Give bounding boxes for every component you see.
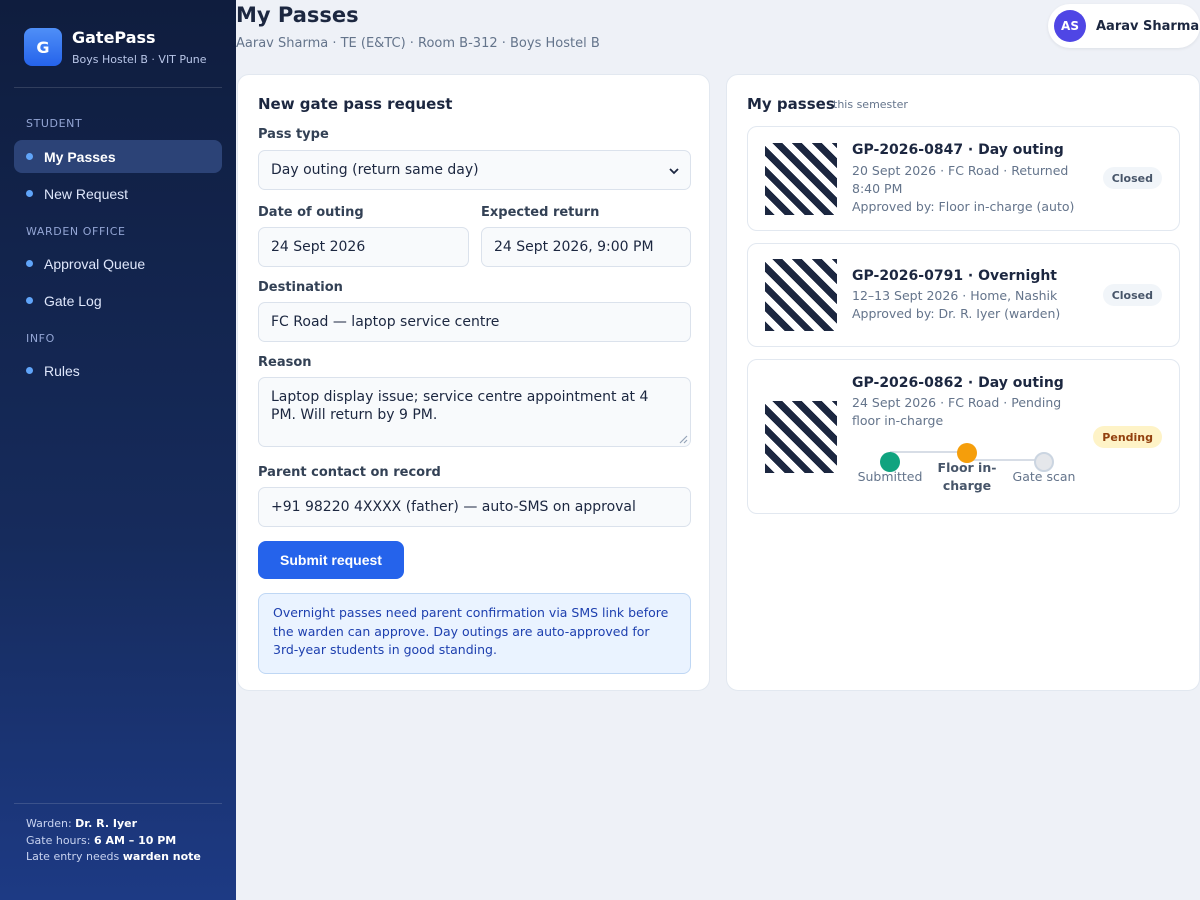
sidebar-item-label: My Passes [44, 148, 116, 165]
qr-code-icon [765, 259, 837, 331]
app-logo: G [24, 28, 62, 66]
pass-approval: Approved by: Floor in-charge (auto) [852, 199, 1075, 214]
date-field[interactable]: 24 Sept 2026 [258, 227, 469, 267]
sidebar-section-warden-office: WARDEN OFFICE [26, 225, 126, 238]
sidebar-item-my-passes[interactable]: My Passes [14, 140, 222, 173]
user-menu[interactable]: AS Aarav Sharma [1048, 4, 1200, 48]
gate-hours-label: Gate hours: [26, 833, 91, 847]
pass-approval: Approved by: Dr. R. Iyer (warden) [852, 306, 1061, 321]
late-entry-label: Late entry needs [26, 850, 120, 863]
passes-meta: this semester [833, 98, 908, 111]
sidebar-item-label: Rules [44, 362, 80, 379]
destination-value: FC Road — laptop service centre [271, 314, 500, 330]
destination-label: Destination [258, 280, 343, 295]
expected-return-value: 24 Sept 2026, 9:00 PM [494, 239, 654, 255]
chevron-down-icon [669, 168, 679, 175]
info-note: Overnight passes need parent confirmatio… [258, 593, 691, 674]
sidebar-section-info: INFO [26, 332, 55, 345]
pass-type-select[interactable]: Day outing (return same day) [258, 150, 691, 190]
parent-contact-field[interactable]: +91 98220 4XXXX (father) — auto-SMS on a… [258, 487, 691, 527]
app-subtitle: Boys Hostel B · VIT Pune [72, 52, 207, 66]
bullet-icon [26, 190, 33, 197]
pass-details: 24 Sept 2026 · FC Road · Pending floor i… [852, 395, 1062, 428]
sidebar-divider [14, 87, 222, 88]
pass-id: GP-2026-0862 · Day outing [852, 375, 1064, 391]
pass-type-label: Pass type [258, 127, 329, 142]
pass-id: GP-2026-0847 · Day outing [852, 142, 1064, 158]
tracker-step-label: Floor in-charge [937, 460, 997, 493]
form-title: New gate pass request [258, 95, 453, 113]
sidebar-footer: Warden: Dr. R. Iyer Gate hours: 6 AM – 1… [26, 816, 201, 866]
expected-return-field[interactable]: 24 Sept 2026, 9:00 PM [481, 227, 691, 267]
pass-type-value: Day outing (return same day) [271, 162, 479, 178]
pass-details: 20 Sept 2026 · FC Road · Returned 8:40 P… [852, 163, 1069, 196]
sidebar-item-label: Approval Queue [44, 255, 146, 272]
sidebar-section-student: STUDENT [26, 117, 83, 130]
sidebar-divider [14, 803, 222, 804]
my-passes-card: My passes this semester GP-2026-0847 · D… [726, 74, 1200, 691]
bullet-icon [26, 260, 33, 267]
bullet-icon [26, 367, 33, 374]
avatar: AS [1054, 10, 1086, 42]
parent-contact-label: Parent contact on record [258, 465, 441, 480]
date-label: Date of outing [258, 205, 364, 220]
page-subtitle: Aarav Sharma · TE (E&TC) · Room B-312 · … [236, 36, 600, 51]
bullet-icon [26, 297, 33, 304]
status-badge: Closed [1102, 167, 1162, 189]
sidebar-item-approval-queue[interactable]: Approval Queue [14, 247, 222, 280]
pass-details: 12–13 Sept 2026 · Home, Nashik [852, 288, 1058, 303]
pass-card[interactable]: GP-2026-0791 · Overnight 12–13 Sept 2026… [747, 243, 1180, 347]
sidebar: G GatePass Boys Hostel B · VIT Pune STUD… [0, 0, 236, 900]
qr-code-icon [765, 143, 837, 215]
sidebar-item-label: Gate Log [44, 292, 102, 309]
reason-value: Laptop display issue; service centre app… [271, 389, 649, 423]
tracker-step-label: Gate scan [1012, 469, 1076, 484]
warden-label: Warden: [26, 817, 72, 830]
parent-contact-value: +91 98220 4XXXX (father) — auto-SMS on a… [271, 499, 636, 515]
pass-card[interactable]: GP-2026-0847 · Day outing 20 Sept 2026 ·… [747, 126, 1180, 231]
resize-handle-icon[interactable] [679, 435, 688, 444]
new-pass-form-card: New gate pass request Pass type Day outi… [237, 74, 710, 691]
tracker-step-label: Submitted [857, 469, 923, 484]
warden-name: Dr. R. Iyer [75, 817, 137, 830]
sidebar-item-label: New Request [44, 185, 129, 202]
pass-id: GP-2026-0791 · Overnight [852, 268, 1057, 284]
qr-code-icon [765, 401, 837, 473]
bullet-icon [26, 153, 33, 160]
pass-card[interactable]: GP-2026-0862 · Day outing 24 Sept 2026 ·… [747, 359, 1180, 514]
passes-title: My passes [747, 95, 835, 113]
date-value: 24 Sept 2026 [271, 239, 366, 255]
reason-textarea[interactable]: Laptop display issue; service centre app… [258, 377, 691, 447]
status-badge: Closed [1102, 284, 1162, 306]
brand[interactable]: G GatePass Boys Hostel B · VIT Pune [24, 28, 207, 66]
tracker-connector [890, 451, 966, 453]
status-badge: Pending [1093, 426, 1162, 448]
sidebar-item-rules[interactable]: Rules [14, 354, 222, 387]
reason-label: Reason [258, 355, 312, 370]
sidebar-item-new-request[interactable]: New Request [14, 177, 222, 210]
expected-return-label: Expected return [481, 205, 600, 220]
app-name: GatePass [72, 27, 156, 47]
sidebar-item-gate-log[interactable]: Gate Log [14, 284, 222, 317]
submit-request-button[interactable]: Submit request [258, 541, 404, 579]
destination-field[interactable]: FC Road — laptop service centre [258, 302, 691, 342]
page-title: My Passes [236, 3, 359, 27]
late-entry-value: warden note [122, 850, 201, 863]
gate-hours-value: 6 AM – 10 PM [93, 833, 177, 847]
user-name: Aarav Sharma [1096, 18, 1200, 34]
